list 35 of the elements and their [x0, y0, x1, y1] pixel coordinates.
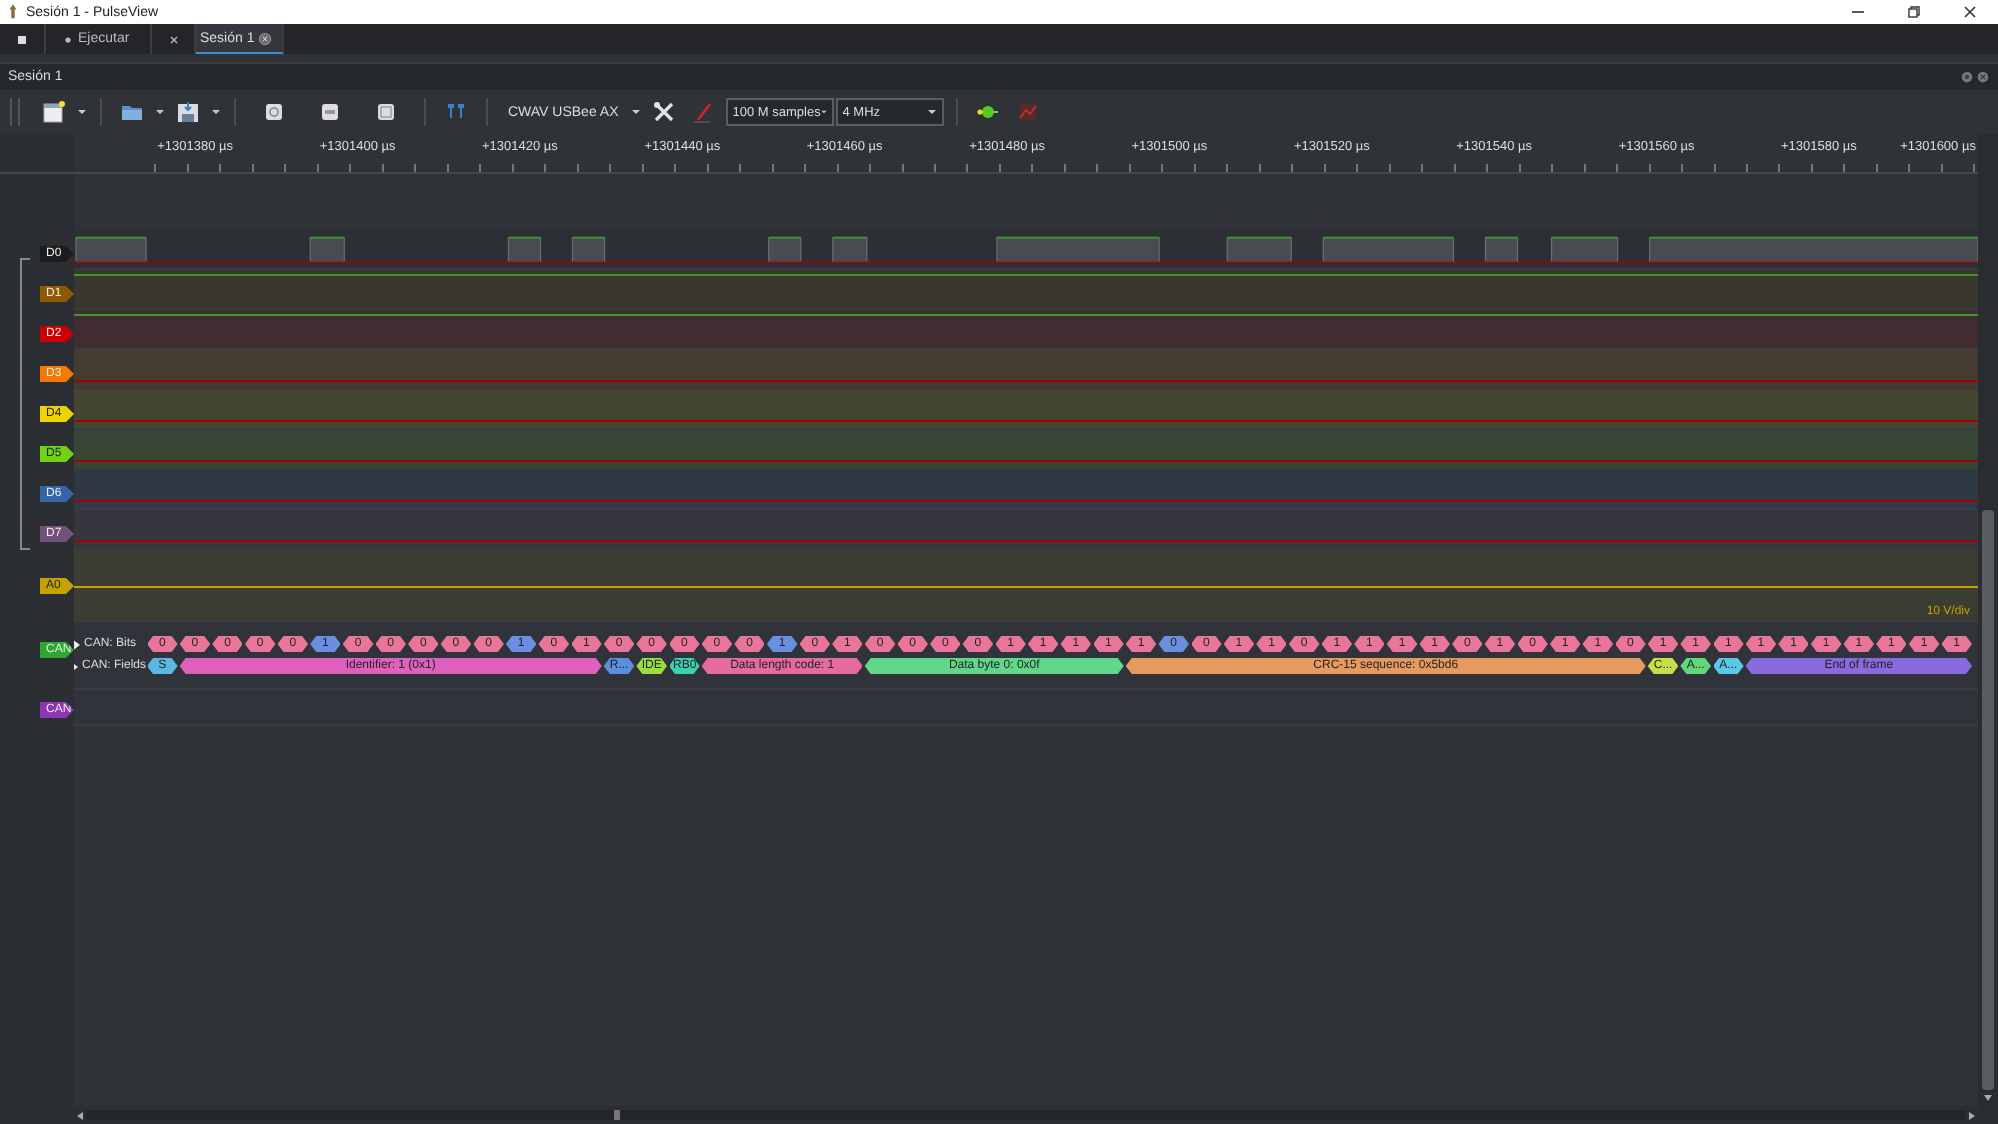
float-icon[interactable] — [1960, 70, 1974, 84]
app-icon — [6, 4, 20, 20]
stop-icon — [16, 33, 28, 45]
right-arrow-icon[interactable] — [1966, 1109, 1978, 1121]
close-icon[interactable] — [1960, 2, 1980, 22]
folder-icon — [120, 100, 144, 124]
horizontal-scrollbar[interactable] — [0, 1106, 1978, 1124]
new-session-button[interactable] — [40, 96, 68, 128]
save-button[interactable] — [174, 96, 202, 128]
vertical-scrollbar[interactable] — [1978, 134, 1998, 1124]
caret-icon[interactable] — [210, 106, 222, 118]
dot-icon — [62, 33, 74, 45]
scrollbar-thumb[interactable] — [614, 1110, 620, 1120]
zoom-fit-icon — [376, 102, 396, 122]
chart-icon — [1016, 100, 1041, 124]
down-arrow-icon[interactable] — [1982, 1092, 1994, 1104]
run-icon — [976, 100, 1001, 124]
left-arrow-icon[interactable] — [74, 1109, 86, 1121]
restore-icon[interactable] — [1904, 2, 1924, 22]
probe-icon — [692, 100, 717, 124]
tools-icon — [652, 100, 677, 124]
caret-icon[interactable] — [630, 106, 643, 118]
caret-icon — [820, 106, 829, 118]
zoom-out-icon — [320, 102, 340, 122]
close-icon[interactable] — [258, 31, 273, 45]
expand-icon[interactable] — [74, 639, 80, 649]
cursor-icon — [444, 100, 468, 124]
caret-icon[interactable] — [76, 106, 88, 118]
scrollbar-thumb[interactable] — [1982, 510, 1994, 1090]
document-icon — [42, 100, 66, 124]
zoom-in-icon — [264, 102, 284, 122]
save-icon — [176, 100, 200, 124]
caret-icon[interactable] — [154, 106, 166, 118]
caret-icon — [926, 106, 939, 118]
cross-icon — [167, 33, 179, 45]
